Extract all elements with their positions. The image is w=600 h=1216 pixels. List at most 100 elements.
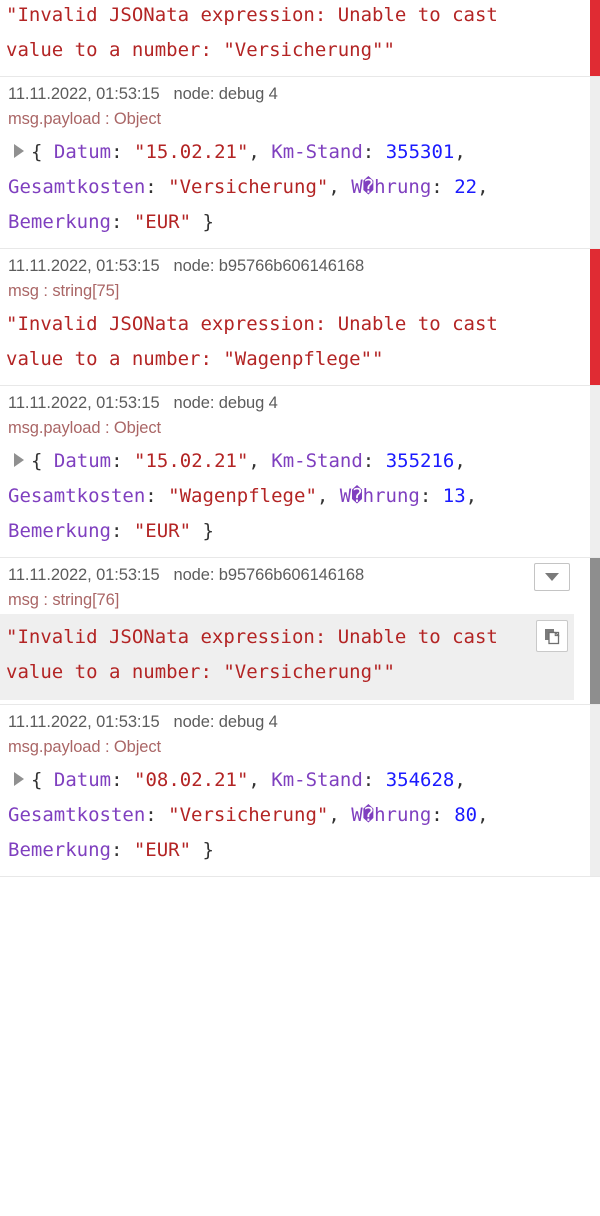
- message-object-body: { Datum: "15.02.21", Km-Stand: 355216, G…: [0, 440, 574, 557]
- message-content: 11.11.2022, 01:53:15 node: b95766b6061461…: [0, 558, 590, 700]
- debug-message-row[interactable]: 11.11.2022, 01:53:15 node: debug 4 msg.pay…: [0, 705, 600, 877]
- object-value: 355301: [385, 141, 455, 163]
- debug-message-row[interactable]: 11.11.2022, 01:53:15 node: debug 4 msg.pay…: [0, 386, 600, 558]
- message-status-indicator: [590, 0, 600, 76]
- object-value: "Versicherung": [168, 176, 329, 198]
- expand-triangle-icon[interactable]: [14, 772, 24, 786]
- object-colon: :: [111, 769, 134, 791]
- expand-triangle-icon[interactable]: [14, 144, 24, 158]
- object-colon: :: [145, 485, 169, 507]
- object-colon: :: [110, 520, 134, 542]
- object-value: 80: [454, 804, 478, 826]
- object-value: "15.02.21": [134, 141, 249, 163]
- object-value: "Wagenpflege": [168, 485, 317, 507]
- message-header: 11.11.2022, 01:53:15 node: b95766b6061461…: [0, 249, 574, 275]
- debug-message-row[interactable]: 11.11.2022, 01:53:15 node: b95766b6061461…: [0, 558, 600, 705]
- object-colon: :: [145, 176, 169, 198]
- message-header: 11.11.2022, 01:53:15 node: debug 4: [0, 705, 574, 731]
- object-root: { Datum: "08.02.21", Km-Stand: 354628, G…: [8, 763, 566, 868]
- object-value: 354628: [385, 769, 455, 791]
- object-key: Km-Stand: [271, 769, 363, 791]
- object-value: "EUR": [133, 211, 192, 233]
- object-colon: :: [145, 804, 169, 826]
- object-key: Gesamtkosten: [8, 176, 146, 198]
- object-comma: ,: [328, 804, 352, 826]
- message-source-node: node: debug 4: [173, 85, 278, 103]
- message-timestamp: 11.11.2022, 01:53:15: [8, 257, 160, 275]
- message-source-node: node: debug 4: [173, 713, 278, 731]
- debug-message-row[interactable]: "Invalid JSONata expression: Unable to c…: [0, 0, 600, 77]
- object-colon: :: [431, 804, 455, 826]
- debug-message-list[interactable]: "Invalid JSONata expression: Unable to c…: [0, 0, 600, 1216]
- message-menu-button[interactable]: [534, 563, 570, 591]
- object-comma: ,: [328, 176, 352, 198]
- object-key: Bemerkung: [8, 839, 111, 861]
- copy-icon[interactable]: [536, 620, 568, 652]
- message-topic-label: msg.payload : Object: [8, 110, 161, 128]
- debug-message-row[interactable]: 11.11.2022, 01:53:15 node: b95766b6061461…: [0, 249, 600, 386]
- object-key: Bemerkung: [8, 211, 111, 233]
- message-content: 11.11.2022, 01:53:15 node: b95766b6061461…: [0, 249, 590, 385]
- object-open-brace: {: [31, 769, 43, 791]
- message-status-indicator: [590, 249, 600, 385]
- object-key: Km-Stand: [271, 141, 363, 163]
- message-content: 11.11.2022, 01:53:15 node: debug 4 msg.pay…: [0, 386, 590, 557]
- object-colon: :: [110, 839, 134, 861]
- message-content: 11.11.2022, 01:53:15 node: debug 4 msg.pay…: [0, 705, 590, 876]
- message-source-node: node: b95766b606146168: [173, 257, 365, 275]
- object-colon: :: [362, 769, 386, 791]
- message-topic-label: msg : string[76]: [8, 591, 120, 609]
- message-timestamp: 11.11.2022, 01:53:15: [8, 85, 160, 103]
- object-value: "EUR": [133, 839, 192, 861]
- message-status-indicator: [590, 77, 600, 248]
- message-status-indicator: [590, 386, 600, 557]
- object-comma: ,: [248, 450, 272, 472]
- object-comma: ,: [248, 769, 272, 791]
- object-close-brace: }: [202, 211, 214, 233]
- object-open-brace: {: [31, 141, 43, 163]
- object-colon: :: [110, 211, 134, 233]
- message-timestamp: 11.11.2022, 01:53:15: [8, 566, 160, 584]
- message-status-indicator: [590, 558, 600, 704]
- message-content: "Invalid JSONata expression: Unable to c…: [0, 0, 590, 76]
- object-comma: ,: [454, 141, 478, 163]
- object-comma: ,: [316, 485, 340, 507]
- message-source-node: node: debug 4: [173, 394, 278, 412]
- object-key: Datum: [53, 769, 112, 791]
- chevron-down-icon: [545, 573, 559, 581]
- object-close-brace: }: [202, 839, 214, 861]
- expand-triangle-icon[interactable]: [14, 453, 24, 467]
- object-value: "EUR": [133, 520, 192, 542]
- message-string-body: "Invalid JSONata expression: Unable to c…: [0, 614, 574, 700]
- object-key: W�hrung: [351, 176, 432, 198]
- object-colon: :: [362, 141, 386, 163]
- object-value: 13: [442, 485, 466, 507]
- object-comma: ,: [477, 804, 500, 826]
- message-header: 11.11.2022, 01:53:15 node: debug 4: [0, 386, 574, 412]
- object-key: Bemerkung: [8, 520, 111, 542]
- message-source-node: node: b95766b606146168: [173, 566, 365, 584]
- object-colon: :: [419, 485, 443, 507]
- message-string-body: "Invalid JSONata expression: Unable to c…: [6, 313, 510, 370]
- object-comma: ,: [465, 485, 489, 507]
- object-value: "15.02.21": [134, 450, 249, 472]
- message-object-body: { Datum: "08.02.21", Km-Stand: 354628, G…: [0, 759, 574, 876]
- object-comma: ,: [248, 141, 272, 163]
- message-header: 11.11.2022, 01:53:15 node: debug 4: [0, 77, 574, 103]
- object-colon: :: [111, 450, 134, 472]
- message-content: 11.11.2022, 01:53:15 node: debug 4 msg.pay…: [0, 77, 590, 248]
- object-key: Km-Stand: [271, 450, 363, 472]
- object-key: W�hrung: [351, 804, 432, 826]
- object-colon: :: [111, 141, 134, 163]
- debug-message-row[interactable]: 11.11.2022, 01:53:15 node: debug 4 msg.pay…: [0, 77, 600, 249]
- object-colon: :: [362, 450, 386, 472]
- object-root: { Datum: "15.02.21", Km-Stand: 355301, G…: [8, 135, 566, 240]
- object-close-brace: }: [202, 520, 214, 542]
- object-key: Gesamtkosten: [8, 804, 146, 826]
- object-value: 22: [454, 176, 478, 198]
- object-comma: ,: [454, 769, 478, 791]
- message-timestamp: 11.11.2022, 01:53:15: [8, 713, 160, 731]
- object-comma: ,: [477, 176, 500, 198]
- object-colon: :: [431, 176, 455, 198]
- message-status-indicator: [590, 705, 600, 876]
